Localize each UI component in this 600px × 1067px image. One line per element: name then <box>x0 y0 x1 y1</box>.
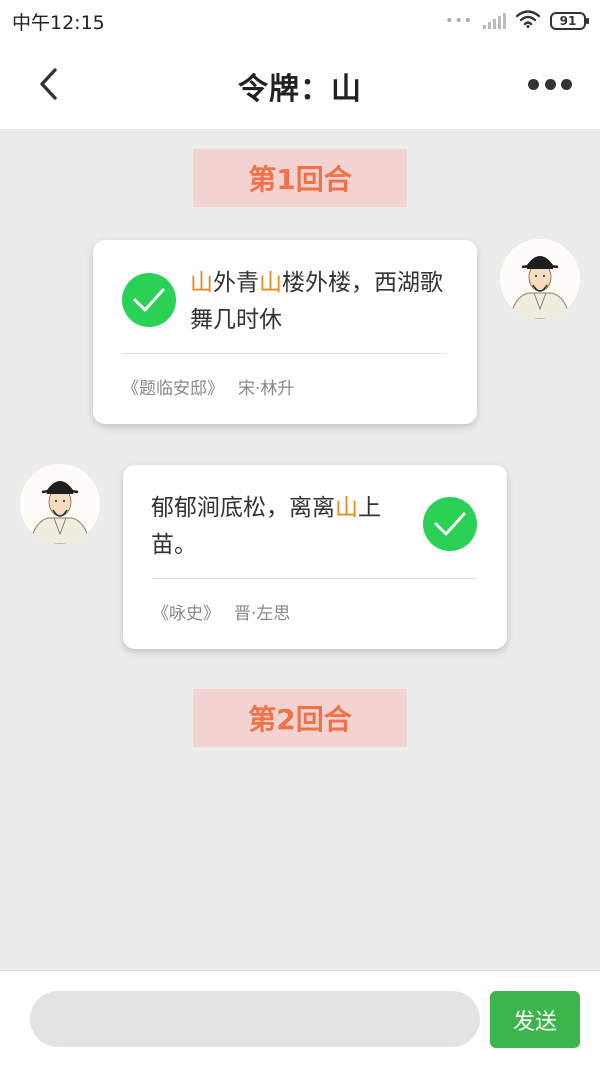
round-label: 第2回合 <box>193 689 407 747</box>
verse-text: 郁郁涧底松，离离山上苗。 <box>151 490 413 564</box>
send-button[interactable]: 发送 <box>490 991 580 1048</box>
composer-bar: 发送 <box>0 970 600 1067</box>
status-icons: ••• 91 <box>445 10 589 32</box>
check-circle-icon <box>423 497 477 551</box>
verse-card: 山外青山楼外楼，西湖歌舞几时休 《题临安邸》 宋·林升 <box>93 240 477 424</box>
status-bar: 中午12:15 ••• 91 <box>0 0 600 42</box>
check-circle-icon <box>122 273 176 327</box>
nav-bar: 令牌：山 <box>0 42 600 130</box>
verse-source: 《咏史》 晋·左思 <box>152 599 290 624</box>
signal-bars-icon <box>483 13 506 29</box>
verse-text: 山外青山楼外楼，西湖歌舞几时休 <box>190 265 455 339</box>
more-dot <box>561 78 572 90</box>
battery-level: 91 <box>559 14 577 28</box>
verse-card: 郁郁涧底松，离离山上苗。 《咏史》 晋·左思 <box>123 465 507 649</box>
poet-avatar-icon <box>500 239 580 319</box>
message-input[interactable] <box>30 991 480 1047</box>
more-dot <box>544 78 556 90</box>
back-button[interactable] <box>30 64 66 104</box>
source-author: 晋·左思 <box>234 604 291 624</box>
divider <box>152 578 477 579</box>
avatar <box>20 464 100 544</box>
more-button[interactable] <box>528 72 572 96</box>
wifi-icon <box>515 10 541 32</box>
verse-segment: 郁郁涧底松，离离 <box>151 495 335 521</box>
divider <box>122 353 447 354</box>
round-label: 第1回合 <box>193 149 407 207</box>
signal-dots-icon: ••• <box>445 13 473 29</box>
verse-keyword: 山 <box>259 270 282 296</box>
status-time: 中午12:15 <box>12 11 105 34</box>
page-title: 令牌：山 <box>238 71 362 107</box>
source-title: 《题临安邸》 <box>122 379 224 399</box>
chevron-left-icon <box>40 68 57 100</box>
verse-source: 《题临安邸》 宋·林升 <box>122 374 294 399</box>
verse-segment: 外青 <box>213 270 259 296</box>
more-dot <box>528 78 539 90</box>
source-title: 《咏史》 <box>152 604 220 624</box>
poet-avatar-icon <box>20 464 100 544</box>
battery-icon: 91 <box>550 12 589 30</box>
verse-keyword: 山 <box>335 495 358 521</box>
verse-keyword: 山 <box>190 270 213 296</box>
source-author: 宋·林升 <box>238 379 295 399</box>
avatar <box>500 239 580 319</box>
